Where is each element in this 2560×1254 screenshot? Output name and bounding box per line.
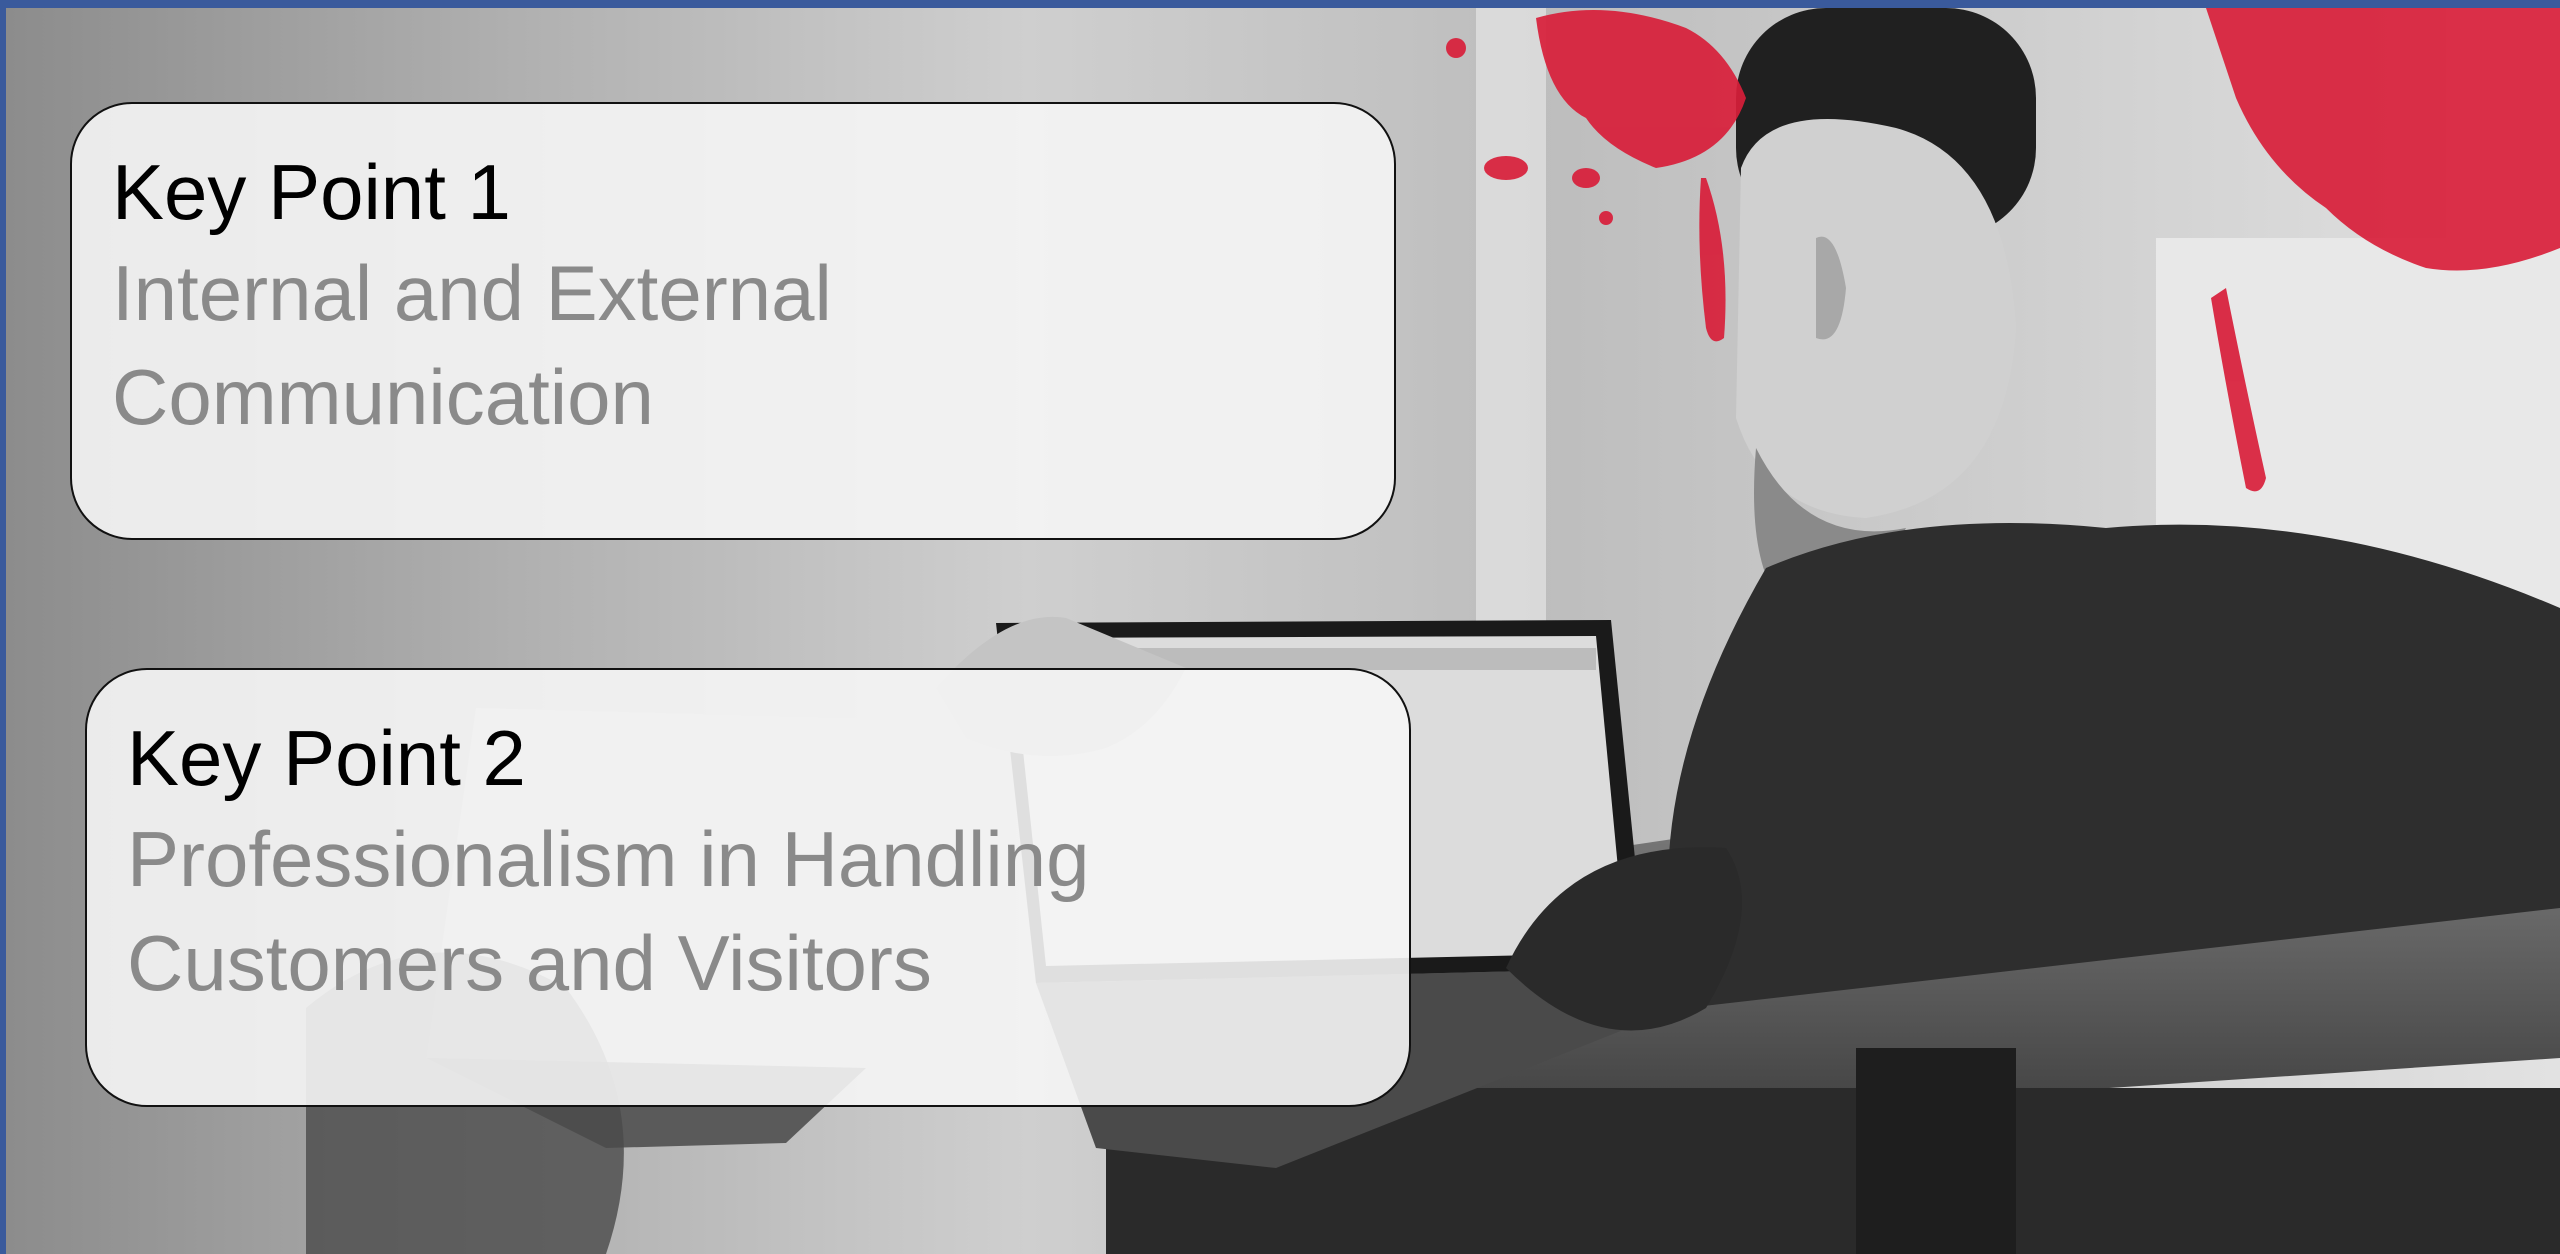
- desk-leg: [1856, 1048, 2016, 1254]
- key-point-1-description: Internal and External Communication: [112, 249, 832, 441]
- key-point-2-title: Key Point 2: [127, 714, 526, 802]
- key-point-card-1: Key Point 1 Internal and External Commun…: [70, 102, 1396, 540]
- key-point-1-title: Key Point 1: [112, 148, 511, 236]
- top-accent-bar: [0, 0, 2560, 8]
- key-point-card-2: Key Point 2 Professionalism in Handling …: [85, 668, 1411, 1107]
- slide: Key Point 1 Internal and External Commun…: [0, 0, 2560, 1254]
- key-point-2-description: Professionalism in Handling Customers an…: [127, 815, 1090, 1007]
